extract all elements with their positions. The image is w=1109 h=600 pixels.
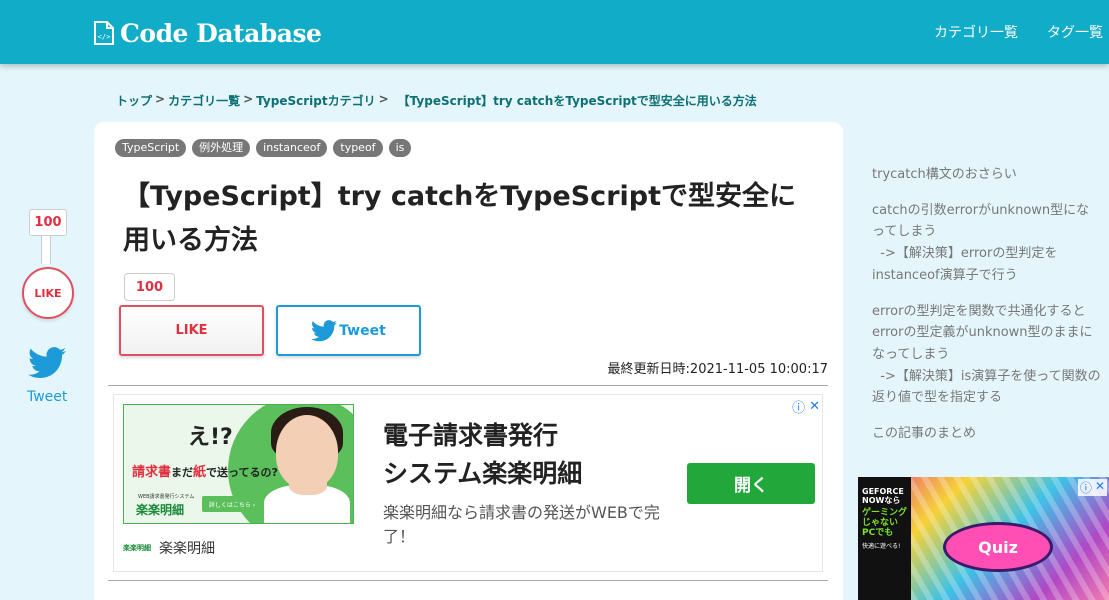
ad-close-icon[interactable]: ✕ (809, 399, 820, 414)
toc-item-label: catchの引数errorがunknown型になってしまう (872, 202, 1090, 240)
ad-image-text-still: まだ (171, 466, 194, 479)
code-file-icon: </> (94, 21, 114, 45)
twitter-bird-icon[interactable] (28, 346, 66, 380)
twitter-bird-icon (311, 319, 338, 341)
breadcrumb-current[interactable]: 【TypeScript】try catchをTypeScriptで型安全に用いる… (398, 92, 757, 109)
ad-image-text-invoice: 請求書 (132, 465, 172, 480)
ad-image[interactable]: え!? 請求書まだ紙で送ってるの? WEB請求書発行システム 楽楽明細 詳しくは… (123, 404, 354, 524)
toc-item-label: この記事のまとめ (872, 426, 977, 442)
divider (108, 580, 828, 581)
like-count: 100 (124, 273, 175, 301)
breadcrumb-separator: > (378, 92, 389, 106)
side-tweet-label[interactable]: Tweet (27, 389, 67, 405)
article-card: TypeScript 例外処理 instanceof typeof is 【Ty… (94, 122, 843, 600)
breadcrumb-top[interactable]: トップ (116, 92, 152, 109)
last-updated: 最終更新日時:2021-11-05 10:00:17 (607, 362, 828, 377)
ad-image-text-paper: 紙 (193, 465, 207, 480)
ad-image-exclaim: え!? (188, 425, 233, 450)
toc-subitem[interactable]: ->【解決策】errorの型判定をinstanceof演算子で行う (872, 243, 1102, 286)
tweet-button[interactable]: Tweet (276, 305, 421, 356)
toc-item[interactable]: この記事のまとめ (872, 423, 1102, 445)
divider (108, 385, 828, 386)
side-ad-line-1: GEFORCE NOWなら (862, 487, 904, 505)
ad-brand-logo: 楽楽明細 (123, 544, 151, 552)
ad-info-icon[interactable]: ⓘ (792, 397, 805, 416)
tweet-button-label: Tweet (339, 322, 386, 339)
toc-item[interactable]: errorの型判定を関数で共通化するとerrorの型定義がunknown型のまま… (872, 301, 1102, 410)
breadcrumb-typescript-category[interactable]: TypeScriptカテゴリ (256, 92, 375, 109)
ad-image-brand: 楽楽明細 (136, 503, 185, 517)
tag-typeof[interactable]: typeof (333, 139, 383, 157)
tag-typescript[interactable]: TypeScript (115, 139, 187, 157)
side-like-button[interactable]: LIKE (22, 267, 74, 319)
ad-choices[interactable]: ⓘ ✕ (792, 397, 820, 416)
ad-image-small-text: WEB請求書発行システム (138, 494, 195, 500)
side-like-count: 100 (29, 209, 67, 236)
tag-instanceof[interactable]: instanceof (256, 139, 328, 157)
toc-item[interactable]: catchの引数errorがunknown型になってしまう ->【解決策】err… (872, 200, 1102, 287)
side-ad-choices[interactable]: ⓘ ✕ (1077, 479, 1107, 496)
ad-close-icon[interactable]: ✕ (1095, 479, 1105, 496)
tag-list: TypeScript 例外処理 instanceof typeof is (115, 139, 412, 157)
nav-category-list[interactable]: カテゴリ一覧 (934, 22, 1018, 42)
ad-info-icon[interactable]: ⓘ (1080, 479, 1092, 496)
side-ad-line-2: ゲーミングじゃないPCでも (862, 508, 908, 538)
side-ad-text-panel: GEFORCE NOWなら ゲーミングじゃないPCでも 快適に遊べる! (858, 477, 911, 600)
ad-image-hand (289, 473, 327, 495)
nav-tag-list[interactable]: タグ一覧 (1047, 22, 1103, 42)
ad-image-text-sending: で送ってるの? (206, 466, 278, 479)
ad-headline[interactable]: 電子請求書発行 システム楽楽明細 (383, 417, 643, 493)
breadcrumb-category-list[interactable]: カテゴリ一覧 (168, 92, 240, 109)
toc-item[interactable]: trycatch構文のおさらい (872, 164, 1102, 186)
side-like-connector (41, 236, 51, 264)
toc-subitem[interactable]: ->【解決策】is演算子を使って関数の返り値で型を指定する (872, 366, 1102, 409)
like-button[interactable]: LIKE (119, 305, 264, 356)
side-ad-line-3: 快適に遊べる! (862, 543, 901, 550)
site-header: </> Code Database カテゴリ一覧 タグ一覧 (0, 0, 1109, 64)
table-of-contents: trycatch構文のおさらい catchの引数errorがunknown型にな… (872, 164, 1102, 459)
ad-image-caption: 請求書まだ紙で送ってるの? (132, 461, 278, 480)
breadcrumb-separator: > (155, 92, 166, 106)
article-title: 【TypeScript】try catchをTypeScriptで型安全に用いる… (123, 181, 796, 256)
ad-headline-line-1: 電子請求書発行 (383, 421, 559, 450)
display-ad[interactable]: え!? 請求書まだ紙で送ってるの? WEB請求書発行システム 楽楽明細 詳しくは… (113, 394, 823, 572)
tag-exception-handling[interactable]: 例外処理 (192, 139, 251, 157)
site-logo[interactable]: </> Code Database (93, 18, 322, 48)
side-display-ad[interactable]: GEFORCE NOWなら ゲーミングじゃないPCでも 快適に遊べる! Quiz… (858, 477, 1109, 600)
toc-item-label: trycatch構文のおさらい (872, 167, 1017, 182)
toc-subitem-label: ->【解決策】errorの型判定をinstanceof演算子で行う (872, 246, 1058, 283)
ad-brand-row: 楽楽明細 楽楽明細 (123, 538, 215, 558)
header-nav: カテゴリ一覧 タグ一覧 (934, 22, 1103, 42)
breadcrumb: トップ > カテゴリ一覧 > TypeScriptカテゴリ > 【TypeScript… (116, 92, 757, 109)
side-ad-quiz-logo: Quiz (943, 522, 1053, 572)
svg-text:</>: </> (98, 33, 111, 41)
ad-brand-name[interactable]: 楽楽明細 (159, 538, 215, 558)
toc-item-label: errorの型判定を関数で共通化するとerrorの型定義がunknown型のまま… (872, 303, 1093, 362)
ad-image-button: 詳しくはこちら › (202, 496, 262, 512)
ad-description: 楽楽明細なら請求書の発送がWEBで完了！ (383, 503, 660, 546)
tag-is[interactable]: is (388, 139, 412, 157)
breadcrumb-separator: > (243, 92, 254, 106)
ad-open-button[interactable]: 開く (687, 463, 815, 504)
logo-text: Code Database (120, 18, 322, 48)
ad-headline-line-2: システム楽楽明細 (383, 459, 583, 488)
toc-subitem-label: ->【解決策】is演算子を使って関数の返り値で型を指定する (872, 368, 1101, 406)
